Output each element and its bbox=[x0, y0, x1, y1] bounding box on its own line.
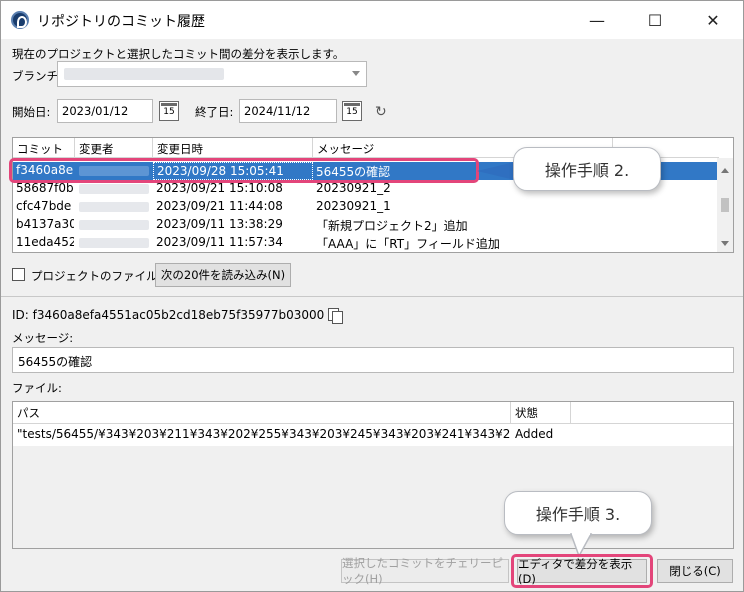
start-date-input[interactable]: 2023/01/12 bbox=[57, 99, 153, 123]
end-date-input[interactable]: 2024/11/12 bbox=[239, 99, 337, 123]
commit-message: 20230921_1 bbox=[316, 199, 391, 213]
column-header-commit[interactable]: コミット bbox=[13, 138, 75, 158]
step-3-callout: 操作手順 3. bbox=[504, 491, 652, 535]
message-label: メッセージ: bbox=[12, 331, 74, 345]
commit-date: 2023/09/11 11:57:34 bbox=[156, 235, 283, 249]
files-table-header: パス 状態 bbox=[13, 402, 733, 424]
splitter[interactable] bbox=[1, 296, 743, 297]
commit-id: cfc47bde bbox=[16, 199, 72, 213]
start-date-label: 開始日: bbox=[12, 105, 51, 119]
commit-message: 20230921_2 bbox=[316, 181, 391, 195]
commit-id-text: ID: f3460a8efa4551ac05b2cd18eb75f35977b0… bbox=[12, 308, 325, 322]
commit-id: 58687f0b bbox=[16, 181, 74, 195]
description-text: 現在のプロジェクトと選択したコミット間の差分を表示します。 bbox=[12, 47, 345, 61]
author-blurred bbox=[79, 184, 149, 194]
table-row[interactable]: cfc47bde 2023/09/21 11:44:08 20230921_1 bbox=[13, 198, 719, 216]
vertical-scrollbar[interactable] bbox=[717, 158, 733, 252]
column-header-date[interactable]: 変更日時 bbox=[153, 138, 313, 158]
column-header-path[interactable]: パス bbox=[13, 402, 511, 424]
commit-message: 「AAA」に「RT」フィールド追加 bbox=[316, 237, 500, 251]
calendar-icon[interactable]: 15 bbox=[159, 101, 179, 121]
copy-icon[interactable] bbox=[327, 307, 343, 324]
commit-id: b4137a30 bbox=[16, 217, 74, 231]
commit-date: 2023/09/21 15:10:08 bbox=[156, 181, 283, 195]
commit-history-window: リポジトリのコミット履歴 — ☐ ✕ 現在のプロジェクトと選択したコミット間の差… bbox=[0, 0, 744, 592]
table-row[interactable]: "tests/56455/¥343¥203¥211¥343¥202¥255¥34… bbox=[13, 426, 733, 444]
branch-label: ブランチ: bbox=[12, 69, 62, 83]
scroll-thumb[interactable] bbox=[721, 198, 729, 212]
minimize-button[interactable]: — bbox=[583, 7, 611, 33]
branch-dropdown[interactable] bbox=[57, 61, 367, 87]
author-blurred bbox=[79, 238, 149, 248]
calendar-icon[interactable]: 15 bbox=[342, 101, 362, 121]
scroll-up-icon[interactable] bbox=[721, 168, 729, 173]
close-button[interactable]: 閉じる(C) bbox=[657, 559, 733, 583]
file-path: "tests/56455/¥343¥203¥211¥343¥202¥255¥34… bbox=[17, 427, 511, 441]
app-icon bbox=[11, 11, 29, 29]
branch-value-blurred bbox=[64, 68, 224, 80]
column-header-status[interactable]: 状態 bbox=[511, 402, 571, 424]
close-window-button[interactable]: ✕ bbox=[699, 7, 727, 33]
files-label: ファイル: bbox=[12, 381, 62, 395]
maximize-button[interactable]: ☐ bbox=[641, 7, 669, 33]
load-next-button[interactable]: 次の20件を読み込み(N) bbox=[155, 263, 291, 287]
commit-message: 「新規プロジェクト2」追加 bbox=[316, 219, 468, 233]
selected-row-highlight bbox=[9, 158, 479, 183]
end-date-label: 終了日: bbox=[195, 105, 234, 119]
project-files-only-checkbox[interactable] bbox=[12, 268, 25, 281]
title-bar: リポジトリのコミット履歴 — ☐ ✕ bbox=[1, 1, 743, 39]
chevron-down-icon bbox=[352, 71, 360, 76]
table-row[interactable]: 11eda452 2023/09/11 11:57:34 「AAA」に「RT」フ… bbox=[13, 234, 719, 252]
author-blurred bbox=[79, 220, 149, 230]
refresh-icon[interactable]: ↻ bbox=[375, 104, 387, 120]
show-diff-highlight bbox=[511, 554, 653, 588]
file-status: Added bbox=[515, 427, 554, 441]
commit-date: 2023/09/11 13:38:29 bbox=[156, 217, 283, 231]
author-blurred bbox=[79, 202, 149, 212]
table-row[interactable]: b4137a30 2023/09/11 13:38:29 「新規プロジェクト2」… bbox=[13, 216, 719, 234]
column-header-author[interactable]: 変更者 bbox=[75, 138, 153, 158]
commit-date: 2023/09/21 11:44:08 bbox=[156, 199, 283, 213]
message-field[interactable]: 56455の確認 bbox=[12, 347, 734, 373]
window-title: リポジトリのコミット履歴 bbox=[37, 14, 205, 30]
scroll-down-icon[interactable] bbox=[721, 241, 729, 246]
step-2-callout: 操作手順 2. bbox=[513, 147, 661, 191]
cherry-pick-button[interactable]: 選択したコミットをチェリーピック(H) bbox=[341, 556, 509, 586]
commit-id: 11eda452 bbox=[16, 235, 74, 249]
